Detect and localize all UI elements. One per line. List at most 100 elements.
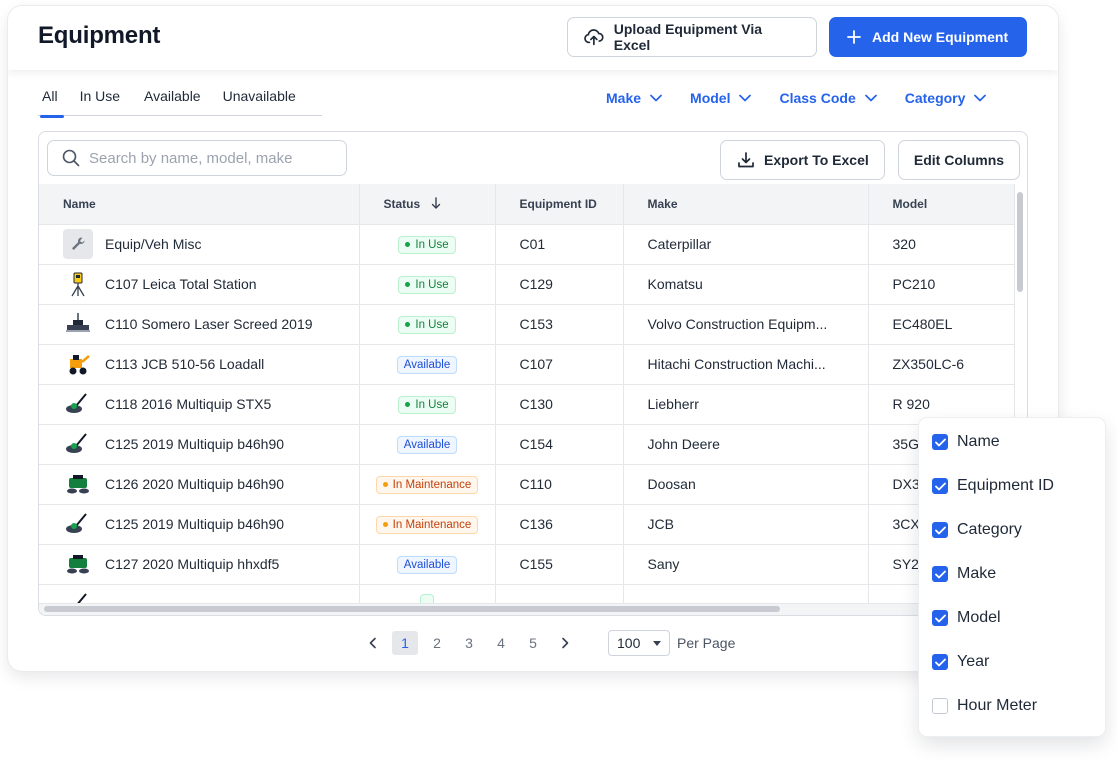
per-page-select[interactable]: 100 (608, 630, 670, 656)
table-row[interactable]: Equip/Veh Misc In Use C01 Caterpillar 320 (39, 224, 1015, 265)
check-icon (934, 570, 946, 578)
cell-status: In Use (359, 384, 496, 425)
checkbox-checked[interactable] (932, 522, 948, 538)
filter-category[interactable]: Category (905, 90, 987, 106)
cell-model: EC480EL (868, 304, 1015, 345)
filter-class-code-label: Class Code (779, 90, 856, 106)
column-option[interactable]: Equipment ID (932, 477, 1054, 495)
table-row[interactable]: C113 JCB 510-56 Loadall Available C107 Hita… (39, 344, 1015, 385)
tab-all-label: All (42, 88, 58, 104)
column-header-model[interactable]: Model (868, 184, 1015, 225)
checkbox-checked[interactable] (932, 434, 948, 450)
page-5-label: 5 (529, 635, 537, 651)
status-badge: Available (396, 555, 458, 574)
status-badge-label: Available (403, 558, 451, 571)
check-icon (934, 658, 946, 666)
column-option[interactable]: Year (932, 653, 989, 671)
cell-name: Equip/Veh Misc (39, 224, 360, 265)
column-header-name[interactable]: Name (39, 184, 360, 225)
page-button-2[interactable]: 2 (424, 631, 450, 655)
column-header-status[interactable]: Status (359, 184, 496, 225)
cell-name: C110 Somero Laser Screed 2019 (39, 304, 360, 345)
table-row[interactable]: C125 2019 Multiquip b46h90 In Maintenance… (39, 504, 1015, 545)
tab-available-label: Available (144, 88, 201, 104)
table-row[interactable]: C118 2016 Multiquip STX5 In Use C130 Liebhe… (39, 384, 1015, 425)
table-row[interactable]: C110 Somero Laser Screed 2019 In Use C153 V… (39, 304, 1015, 345)
cell-make: John Deere (623, 424, 869, 465)
edit-columns-button[interactable]: Edit Columns (898, 140, 1020, 180)
column-option[interactable]: Category (932, 521, 1022, 539)
tab-available[interactable]: Available (140, 88, 205, 116)
filter-make[interactable]: Make (606, 90, 662, 106)
cloud-upload-icon (584, 29, 604, 46)
column-header-make-label: Make (647, 196, 678, 211)
tab-unavailable[interactable]: Unavailable (219, 88, 300, 116)
export-excel-button[interactable]: Export To Excel (720, 140, 885, 180)
status-badge-label: In Use (415, 278, 449, 291)
column-option[interactable]: Hour Meter (932, 697, 1037, 715)
cell-status: In Use (359, 224, 496, 265)
column-option[interactable]: Model (932, 609, 1001, 627)
page-3-label: 3 (465, 635, 473, 651)
check-icon (934, 482, 946, 490)
cell-name: C127 2020 Multiquip hhxdf5 (39, 544, 360, 585)
table-row[interactable]: C125 2019 Multiquip b46h90 Available C154 J… (39, 424, 1015, 465)
prev-page-button[interactable] (360, 631, 386, 655)
status-dot (405, 322, 411, 328)
table-header-row: Name Status Equipment ID Make Model (39, 184, 1015, 225)
filter-model[interactable]: Model (690, 90, 752, 106)
page-button-3[interactable]: 3 (456, 631, 482, 655)
search-input[interactable] (89, 149, 329, 167)
tab-all[interactable]: All (38, 88, 66, 118)
page-button-5[interactable]: 5 (520, 631, 546, 655)
checkbox-checked[interactable] (932, 478, 948, 494)
upload-excel-button[interactable]: Upload Equipment Via Excel (567, 17, 817, 57)
tab-in-use[interactable]: In Use (76, 88, 124, 116)
add-equipment-button[interactable]: Add New Equipment (829, 17, 1027, 57)
ride-on-trowel-icon (67, 555, 89, 574)
upload-excel-label: Upload Equipment Via Excel (613, 21, 763, 53)
column-header-make[interactable]: Make (623, 184, 869, 225)
equipment-thumbnail (63, 269, 93, 299)
checkbox-unchecked[interactable] (932, 698, 948, 714)
table-row[interactable]: C107 Leica Total Station In Use C129 Komats… (39, 264, 1015, 305)
horizontal-scrollbar[interactable] (44, 606, 780, 612)
ride-on-trowel-icon (67, 475, 89, 494)
chevron-right-icon (562, 637, 569, 649)
column-option[interactable]: Name (932, 433, 1000, 451)
per-page-label: Per Page (677, 635, 736, 651)
chevron-down-icon (974, 94, 987, 102)
wrench-icon (72, 237, 85, 250)
table-row[interactable]: C126 2020 Multiquip b46h90 In Maintenance… (39, 464, 1015, 505)
column-option-label: Model (957, 609, 1001, 626)
checkbox-checked[interactable] (932, 654, 948, 670)
column-header-equipment-id[interactable]: Equipment ID (495, 184, 624, 225)
chevron-left-icon (369, 637, 376, 649)
cell-equipment-id: C130 (495, 384, 624, 425)
status-badge: In Maintenance (375, 475, 479, 494)
next-page-button[interactable] (552, 631, 578, 655)
column-option[interactable]: Make (932, 565, 996, 583)
status-badge-label: In Use (415, 398, 449, 411)
status-dot (405, 242, 411, 248)
checkbox-checked[interactable] (932, 566, 948, 582)
column-header-status-label: Status (383, 196, 421, 211)
status-dot (382, 482, 388, 488)
filter-bar: Make Model Class Code Category (606, 90, 987, 106)
page-button-1[interactable]: 1 (392, 631, 418, 655)
cell-name: C125 2019 Multiquip b46h90 (39, 504, 360, 545)
status-tabs: All In Use Available Unavailable (38, 88, 322, 118)
cell-make: Caterpillar (623, 224, 869, 265)
equipment-thumbnail (63, 469, 93, 499)
checkbox-checked[interactable] (932, 610, 948, 626)
status-badge-label: In Maintenance (392, 518, 472, 531)
equipment-thumbnail (63, 509, 93, 539)
check-icon (934, 526, 946, 534)
check-icon (934, 438, 946, 446)
page-4-label: 4 (497, 635, 505, 651)
filter-class-code[interactable]: Class Code (779, 90, 877, 106)
vertical-scrollbar[interactable] (1017, 192, 1023, 292)
status-dot (405, 282, 411, 288)
page-button-4[interactable]: 4 (488, 631, 514, 655)
table-row[interactable]: C127 2020 Multiquip hhxdf5 Available C155 S… (39, 544, 1015, 585)
